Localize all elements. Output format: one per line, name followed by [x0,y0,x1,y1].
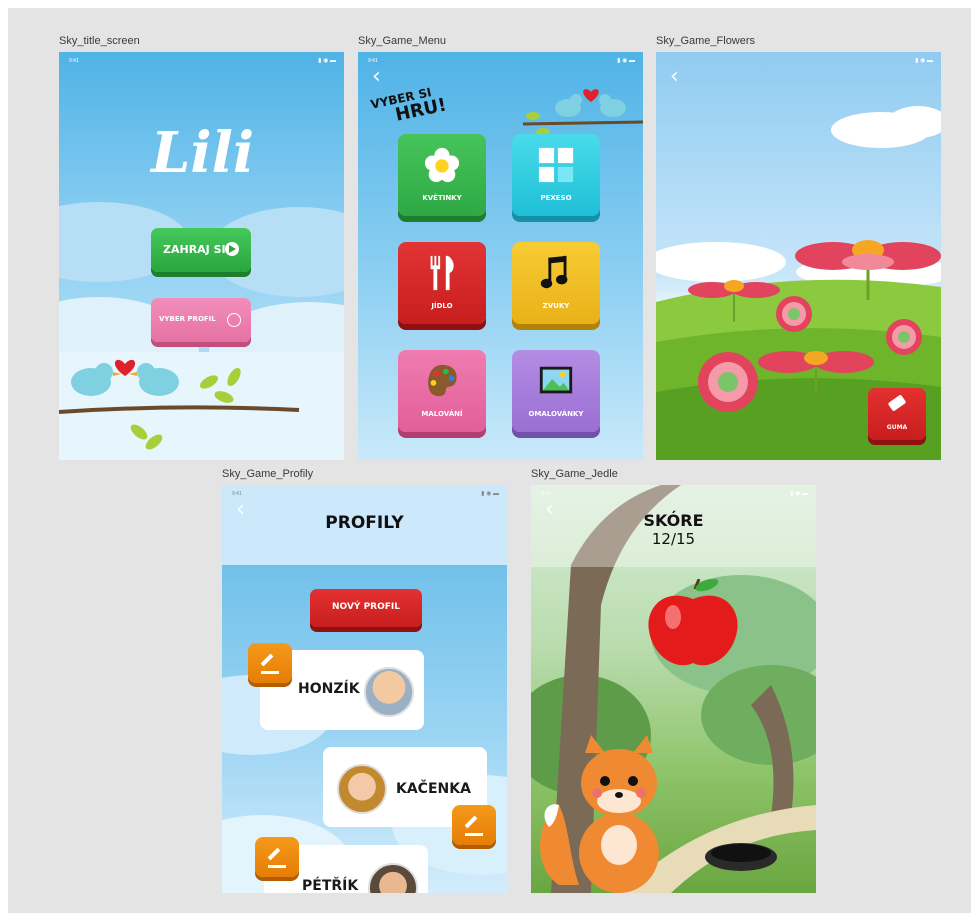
pencil-icon [267,847,286,868]
tile-pexeso[interactable]: PEXESO [512,134,600,216]
profiles-screen: 9:41 ▮ ◉ ▬ ‹ PROFILY NOVÝ PROFIL HONZÍK K… [222,485,507,893]
frame-label-apple: Sky_Game_Jedle [531,468,618,480]
profile-name: KAČENKA [396,781,471,797]
status-bar: 9:41 ▮ ◉ ▬ [232,491,499,497]
avatar [368,863,418,893]
eraser-icon [887,394,907,412]
status-bar: 9:41 ▮ ◉ ▬ [368,58,635,64]
edit-profile-button[interactable] [452,805,496,845]
tile-food[interactable]: JÍDLO [398,242,486,324]
frame-label-flowers: Sky_Game_Flowers [656,35,756,47]
flowers-game-screen: ▮ ◉ ▬ ‹ GUMA [656,52,941,460]
new-profile-button[interactable]: NOVÝ PROFIL [310,589,422,627]
pencil-icon [260,653,279,674]
logo: Lili [151,120,255,186]
music-note-icon [540,255,568,289]
tile-painting[interactable]: MALOVÁNÍ [398,350,486,432]
picture-icon [539,366,573,394]
tile-coloring[interactable]: OMALOVÁNKY [512,350,600,432]
profile-name: PÉTŘÍK [302,878,359,893]
avatar [337,764,387,814]
profile-name: HONZÍK [298,681,360,697]
cutlery-icon [430,255,454,291]
frame-label-menu: Sky_Game_Menu [358,35,447,47]
edit-profile-button[interactable] [248,643,292,683]
game-menu-screen: 9:41 ▮ ◉ ▬ ‹ VYBER SI HRU! KVĚTINKY PEXES… [358,52,643,460]
score-label: SKÓRE [643,511,704,530]
tile-sounds[interactable]: ZVUKY [512,242,600,324]
select-profile-button[interactable]: VYBER PROFIL [151,298,251,342]
page-title: PROFILY [325,513,404,533]
tile-flowers[interactable]: KVĚTINKY [398,134,486,216]
flower-icon [424,147,460,183]
grid-icon [538,147,574,183]
status-bar: 9:41 ▮ ◉ ▬ [541,491,808,497]
back-icon[interactable]: ‹ [372,66,381,88]
menu-heading: VYBER SI HRU! [369,85,449,126]
apple-game-screen: 9:41 ▮ ◉ ▬ ‹ SKÓRE 12/15 [531,485,816,893]
frame-label-title: Sky_title_screen [59,35,140,47]
palette-icon [428,364,457,397]
play-button[interactable]: ZAHRAJ SI [151,228,251,272]
title-screen: 9:41 ▮ ◉ ▬ Lili ZAHRAJ SI VYBER PROFIL [59,52,344,460]
birds-branch [522,89,643,136]
edit-profile-button[interactable] [255,837,299,877]
score-value: 12/15 [651,530,696,548]
apple-icon [648,579,738,666]
eraser-button[interactable]: GUMA [868,388,926,440]
play-triangle [229,245,236,253]
pencil-icon [464,815,483,836]
fox-character [540,735,659,893]
frame-label-profiles: Sky_Game_Profily [222,468,314,480]
profile-icon [227,313,241,327]
avatar [364,667,414,717]
birds-illustration [59,359,300,450]
